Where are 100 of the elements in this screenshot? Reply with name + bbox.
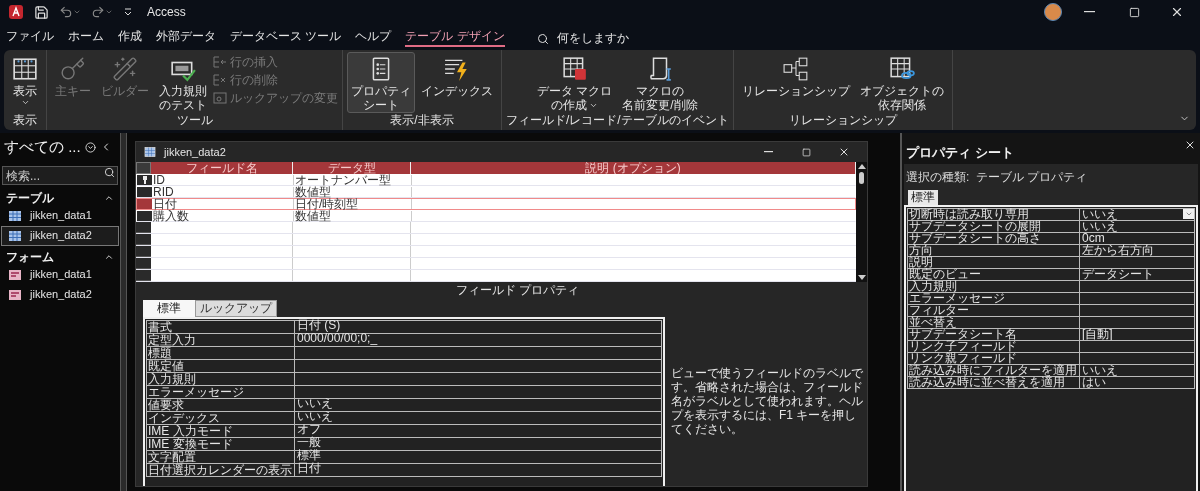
caret-icon (1184, 210, 1193, 218)
scrollbar[interactable] (856, 162, 867, 282)
property-value[interactable]: いいえ (1080, 364, 1120, 376)
undo-button[interactable] (59, 5, 81, 19)
field-row[interactable]: ID オートナンバー型 (136, 174, 856, 186)
ribbon-button[interactable]: インデックス (417, 52, 497, 113)
property-name: 標題 (147, 347, 295, 359)
property-name: 読み込み時にフィルターを適用 (908, 364, 1080, 376)
close-icon (1170, 5, 1184, 19)
row-selector[interactable] (137, 175, 152, 185)
field-row[interactable]: RID 数値型 (136, 186, 856, 198)
property-name: インデックス (147, 412, 295, 424)
property-value[interactable]: いいえ (295, 397, 661, 409)
property-name: サブデータシートの高さ (908, 232, 1080, 244)
menu-tab[interactable]: ファイル (6, 28, 54, 47)
nav-item[interactable]: jikken_data1 (1, 264, 119, 285)
section-header[interactable]: フォーム (0, 249, 120, 265)
ribbon-button[interactable]: 表示 (8, 52, 42, 113)
minimize-icon (1084, 11, 1095, 13)
property-value[interactable]: はい (1080, 376, 1108, 388)
redo-icon (91, 5, 105, 19)
ribbon-button[interactable]: プロパティ シート (347, 52, 415, 113)
table-cell: 購入数 (152, 211, 294, 221)
property-name: サブデータシート名 (908, 328, 1080, 340)
table-scroll-icon (561, 56, 588, 82)
menu-tab[interactable]: ヘルプ (355, 28, 392, 47)
menu-tab[interactable]: 作成 (118, 28, 142, 47)
section-header[interactable]: テーブル (0, 190, 120, 206)
section-label: フィールド プロパティ (455, 283, 581, 298)
property-name: フィルター (908, 304, 1080, 316)
pane-menu-icon[interactable] (84, 141, 96, 153)
tell-me-field[interactable]: 何をしますか (556, 30, 677, 47)
ribbon-button[interactable]: オブジェクトの 依存関係 (855, 52, 948, 113)
nav-item[interactable]: jikken_data2 (1, 225, 119, 246)
property-name: エラーメッセージ (147, 386, 295, 398)
property-name: 入力規則 (147, 373, 295, 385)
property-name: 既定値 (147, 360, 295, 372)
minimize-icon (763, 151, 773, 153)
key-icon (142, 176, 147, 184)
ribbon-button[interactable]: 入力規則 のテスト (155, 52, 211, 113)
ribbon-button[interactable]: データ マクロ の作成 (533, 52, 617, 113)
table-icon (144, 146, 156, 158)
ribbon-button[interactable]: マクロの 名前変更/削除 (618, 52, 702, 113)
caret-icon (105, 8, 113, 16)
property-tab[interactable]: ルックアップ (195, 300, 277, 317)
search-icon[interactable] (104, 166, 115, 178)
property-value[interactable]: 左から右方向 (1080, 244, 1156, 256)
redo-button[interactable] (91, 5, 113, 19)
property-name: 説明 (908, 256, 1080, 268)
menu-tab[interactable]: ホーム (68, 28, 104, 47)
search-field[interactable]: 検索... (2, 166, 118, 185)
dropdown-button[interactable] (1183, 209, 1194, 219)
table-cell: RID (152, 187, 294, 197)
menu-tab[interactable]: 外部データ (156, 28, 216, 47)
selection-type: 選択の種類: テーブル プロパティ (906, 169, 1088, 184)
field-row[interactable]: 日付 日付/時刻型 (136, 198, 856, 210)
panel-title: プロパティ シート (906, 144, 1014, 162)
property-value[interactable]: オフ (295, 423, 661, 435)
property-value[interactable]: 日付 (S) (295, 319, 661, 331)
pane-title: すべての ... (4, 137, 81, 157)
property-value[interactable]: いいえ (1080, 220, 1120, 232)
property-name: 既定のビュー (908, 268, 1080, 280)
app-title: Access (147, 4, 186, 21)
property-name: 方向 (908, 244, 1080, 256)
avatar-icon (1044, 3, 1062, 21)
property-value[interactable]: 0000/00/00;0;_ (295, 332, 661, 344)
nav-item[interactable]: jikken_data2 (1, 284, 119, 305)
property-value[interactable]: 一般 (295, 436, 661, 448)
ribbon-button[interactable]: リレーションシップ (737, 52, 854, 113)
property-value[interactable]: 日付 (295, 462, 661, 474)
ribbon-group-label: 表示 (13, 113, 37, 129)
property-name: 並べ替え (908, 316, 1080, 328)
property-value[interactable]: データシート (1080, 268, 1156, 280)
property-value[interactable]: いいえ (1080, 208, 1120, 220)
property-name: 定型入力 (147, 334, 295, 346)
nav-item[interactable]: jikken_data1 (1, 205, 119, 226)
form-icon (9, 289, 21, 300)
property-name: 読み込み時に並べ替えを適用 (908, 376, 1080, 388)
property-value[interactable]: 標準 (295, 449, 661, 461)
save-button[interactable] (34, 4, 49, 20)
close-icon[interactable] (1184, 139, 1196, 151)
menu-tab[interactable]: テーブル デザイン (405, 28, 505, 47)
property-value[interactable]: いいえ (295, 410, 661, 422)
help-text: ビューで使うフィールドのラベルです。省略された場合は、フィールド名がラベルとして使われます。ヘルプを表示するには、F1 キーを押してください。 (671, 366, 863, 438)
table-icon (12, 56, 38, 82)
property-name: リンク子フィールド (908, 340, 1080, 352)
customize-toolbar-button[interactable] (123, 7, 133, 17)
search-icon (536, 32, 549, 45)
menu-tab[interactable]: データベース ツール (230, 28, 342, 47)
table-icon (9, 230, 21, 241)
property-name: 日付選択カレンダーの表示 (147, 464, 295, 476)
collapse-icon (104, 193, 114, 203)
form-icon (9, 269, 21, 280)
property-tab[interactable]: 標準 (143, 300, 195, 317)
property-name: IME 入力モード (147, 425, 295, 437)
ribbon-group-label: フィールド/レコード/テーブルのイベント (506, 113, 729, 129)
property-value[interactable]: 0cm (1080, 232, 1107, 244)
close-icon (838, 146, 850, 158)
property-name: IME 変換モード (147, 438, 295, 450)
field-row[interactable]: 購入数 数値型 (136, 210, 856, 222)
